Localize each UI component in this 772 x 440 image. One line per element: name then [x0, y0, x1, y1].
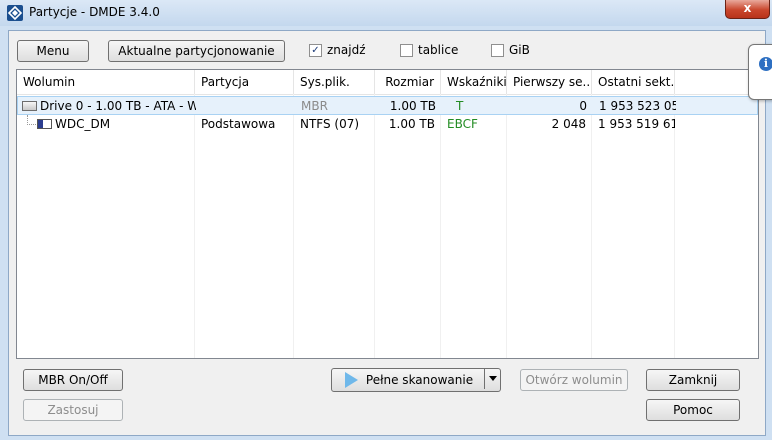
column-header-partition[interactable]: Partycja: [195, 70, 294, 94]
gib-checkbox[interactable]: GiB: [491, 42, 530, 58]
size-cell: 1.00 TB: [389, 99, 436, 113]
flags-cell: T: [456, 99, 464, 113]
volume-cell: Drive 0 - 1.00 TB - ATA - W...: [18, 97, 196, 116]
list-header: Wolumin Partycja Sys.plik. Rozmiar Wskaź…: [17, 70, 758, 95]
column-header-flags[interactable]: Wskaźniki: [441, 70, 507, 94]
partition-cell: Podstawowa: [201, 117, 276, 131]
first-sector-cell: 2 048: [551, 117, 586, 131]
drive-icon: [22, 100, 37, 111]
flags-cell: EBCF: [447, 117, 478, 131]
table-row[interactable]: Drive 0 - 1.00 TB - ATA - W... MBR 1.00 …: [17, 96, 758, 115]
last-sector-cell: 1 953 519 615: [598, 117, 675, 131]
close-window-button[interactable]: x: [725, 0, 770, 19]
volume-name: WDC_DM: [55, 117, 111, 131]
window-title: Partycje - DMDE 3.4.0: [29, 5, 160, 19]
current-partitioning-button[interactable]: Aktualne partycjonowanie: [108, 40, 285, 62]
mbr-toggle-button[interactable]: MBR On/Off: [23, 369, 123, 391]
apply-button[interactable]: Zastosuj: [23, 399, 123, 421]
chevron-down-icon[interactable]: [489, 376, 497, 381]
first-sector-cell: 0: [579, 99, 587, 113]
split-divider: [484, 369, 485, 389]
full-scan-label: Pełne skanowanie: [365, 373, 474, 387]
column-header-filesystem[interactable]: Sys.plik.: [294, 70, 375, 94]
gib-label: GiB: [509, 43, 530, 57]
size-cell: 1.00 TB: [388, 117, 435, 131]
full-scan-button[interactable]: Pełne skanowanie: [331, 368, 501, 392]
menu-button[interactable]: Menu: [17, 40, 89, 62]
info-tooltip: i: [748, 44, 772, 100]
column-header-first-sector[interactable]: Pierwszy se...: [507, 70, 592, 94]
app-icon: [7, 5, 23, 21]
find-label: znajdź: [327, 43, 366, 57]
tables-checkbox[interactable]: tablice: [400, 42, 458, 58]
last-sector-cell: 1 953 523 054: [599, 99, 676, 113]
partition-list[interactable]: Wolumin Partycja Sys.plik. Rozmiar Wskaź…: [16, 69, 759, 359]
volume-name: Drive 0 - 1.00 TB - ATA - W...: [40, 99, 196, 113]
close-button[interactable]: Zamknij: [646, 369, 740, 391]
tables-label: tablice: [418, 43, 459, 57]
checkbox-icon[interactable]: [491, 43, 504, 57]
title-bar: Partycje - DMDE 3.4.0 x: [0, 0, 772, 26]
table-row[interactable]: WDC_DM Podstawowa NTFS (07) 1.00 TB EBCF…: [17, 115, 758, 134]
filesystem-cell: MBR: [301, 99, 328, 113]
column-header-size[interactable]: Rozmiar: [375, 70, 441, 94]
column-header-last-sector[interactable]: Ostatni sekt...: [592, 70, 675, 94]
open-volume-button[interactable]: Otwórz wolumin: [520, 369, 628, 391]
volume-cell: WDC_DM: [17, 115, 195, 134]
play-icon: [344, 371, 358, 388]
checkbox-checked-icon[interactable]: ✓: [309, 43, 322, 57]
checkbox-icon[interactable]: [400, 43, 413, 57]
help-button[interactable]: Pomoc: [646, 399, 740, 421]
find-checkbox[interactable]: ✓ znajdź: [309, 42, 366, 58]
dialog-body: Menu Aktualne partycjonowanie ✓ znajdź t…: [8, 30, 766, 436]
volume-icon: [37, 118, 52, 129]
column-header-volume[interactable]: Wolumin: [17, 70, 195, 94]
partition-cell: [196, 97, 295, 116]
filesystem-cell: NTFS (07): [300, 117, 360, 131]
info-icon: i: [759, 57, 772, 71]
